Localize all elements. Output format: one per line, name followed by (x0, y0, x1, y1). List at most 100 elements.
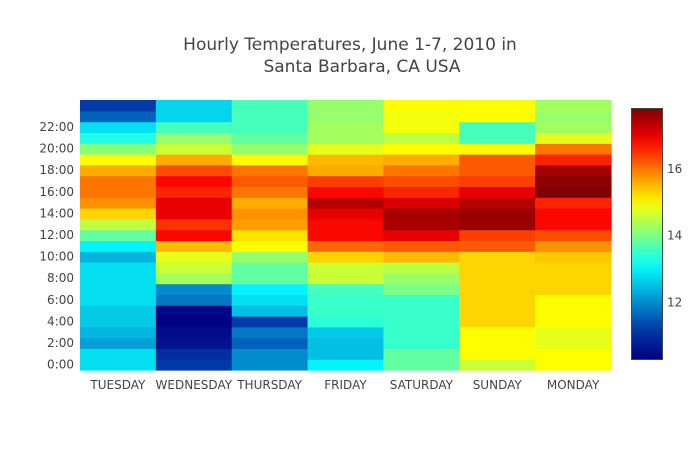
heatmap-cell (231, 197, 309, 209)
heatmap-cell (80, 197, 157, 209)
heatmap-cell (231, 316, 309, 328)
x-tick-label: SATURDAY (390, 378, 454, 392)
heatmap-cell (459, 348, 536, 360)
heatmap-cell (231, 294, 309, 306)
heatmap-cell (307, 240, 385, 252)
heatmap-cell (459, 143, 536, 155)
heatmap-cell (80, 251, 157, 263)
heatmap-cell (383, 326, 460, 339)
colorbar-tick-label: 12 (667, 295, 682, 309)
heatmap-cell (459, 272, 536, 285)
y-tick-label: 12:00 (39, 228, 74, 242)
heatmap-cell (459, 251, 536, 263)
heatmap-cell (383, 218, 460, 231)
heatmap-cell (459, 218, 536, 231)
heatmap-cell (231, 218, 309, 231)
heatmap-cell (383, 208, 460, 220)
heatmap-cell (231, 283, 309, 295)
heatmap-cell (535, 240, 612, 252)
heatmap-cell (307, 305, 385, 317)
heatmap-cell (307, 283, 385, 295)
heatmap-cell (535, 218, 612, 231)
heatmap-cell (80, 100, 157, 112)
heatmap-cell (459, 305, 536, 317)
heatmap-cell (231, 121, 309, 133)
heatmap-cell (535, 186, 612, 198)
heatmap-cell (535, 337, 612, 349)
heatmap-cell (383, 186, 460, 198)
heatmap-cell (459, 132, 536, 144)
chart-title-line-1: Hourly Temperatures, June 1-7, 2010 in (183, 35, 517, 55)
heatmap-cell (231, 154, 309, 166)
heatmap-cell (80, 121, 157, 133)
heatmap-cell (155, 348, 233, 360)
heatmap-cell (383, 283, 460, 295)
heatmap-cell (231, 132, 309, 144)
heatmap-cell (155, 143, 233, 155)
heatmap-cell (459, 154, 536, 166)
colorbar-tick-label: 16 (667, 162, 682, 176)
heatmap-cell (155, 316, 233, 328)
heatmap-cell (80, 337, 157, 349)
heatmap-cell (459, 208, 536, 220)
y-tick-label: 6:00 (47, 293, 74, 307)
heatmap-cell (155, 208, 233, 220)
heatmap-cell (80, 143, 157, 155)
heatmap-cell (459, 359, 536, 371)
heatmap-cell (80, 316, 157, 328)
heatmap-cell (231, 251, 309, 263)
heatmap-cell (535, 154, 612, 166)
heatmap-cell (535, 305, 612, 317)
heatmap-cell (80, 132, 157, 144)
heatmap-cell (459, 175, 536, 187)
heatmap-cell (383, 337, 460, 349)
heatmap-cell (231, 272, 309, 285)
heatmap-cell (80, 348, 157, 360)
heatmap-cell (383, 121, 460, 133)
heatmap-cell (80, 272, 157, 285)
heatmap-cell (383, 272, 460, 285)
heatmap-cell (155, 272, 233, 285)
heatmap-cell (307, 262, 385, 274)
heatmap-cell (459, 110, 536, 123)
heatmap-cell (383, 359, 460, 371)
heatmap-cell (80, 175, 157, 187)
y-tick-label: 8:00 (47, 271, 74, 285)
heatmap-cell (535, 326, 612, 339)
heatmap-cell (80, 262, 157, 274)
heatmap-cell (307, 316, 385, 328)
heatmap-cell (80, 305, 157, 317)
heatmap-cell (383, 197, 460, 209)
heatmap-cell (383, 175, 460, 187)
heatmap-chart: Hourly Temperatures, June 1-7, 2010 in S… (0, 0, 700, 450)
heatmap-cell (155, 359, 233, 371)
heatmap-cell (155, 186, 233, 198)
heatmap-cell (231, 110, 309, 123)
heatmap-cell (155, 240, 233, 252)
heatmap-cell (155, 305, 233, 317)
heatmap-cell (459, 164, 536, 177)
heatmap-cell (155, 218, 233, 231)
heatmap-cell (231, 359, 309, 371)
heatmap-cell (155, 337, 233, 349)
heatmap-cell (80, 229, 157, 241)
heatmap-cell (80, 326, 157, 339)
heatmap-cell (383, 262, 460, 274)
heatmap-cell (155, 229, 233, 241)
heatmap-cell (155, 283, 233, 295)
heatmap-cell (307, 359, 385, 371)
heatmap-cell (535, 359, 612, 371)
y-tick-label: 18:00 (39, 163, 74, 177)
heatmap-cell (383, 110, 460, 123)
heatmap-cell (80, 294, 157, 306)
heatmap-cell (155, 121, 233, 133)
heatmap-cell (383, 229, 460, 241)
heatmap-cell (307, 208, 385, 220)
heatmap-cell (383, 154, 460, 166)
heatmap-cell (155, 110, 233, 123)
heatmap-cells (80, 100, 612, 371)
heatmap-cell (231, 326, 309, 339)
heatmap-cell (307, 229, 385, 241)
heatmap-cell (155, 175, 233, 187)
chart-title-line-2: Santa Barbara, CA USA (263, 57, 460, 77)
